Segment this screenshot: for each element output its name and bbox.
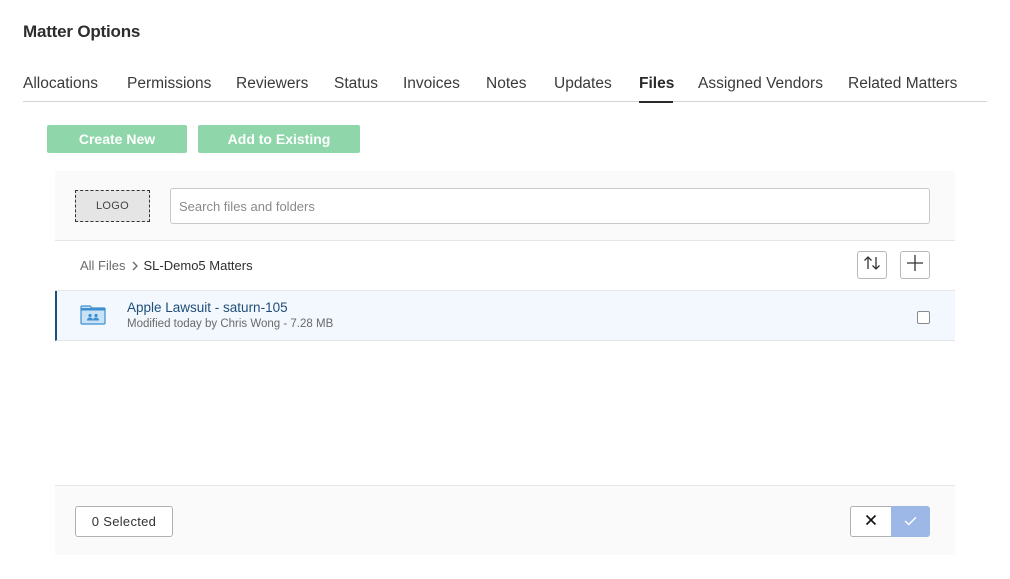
check-icon: [904, 513, 917, 531]
shared-folder-icon: [80, 305, 106, 330]
tab-reviewers[interactable]: Reviewers: [236, 72, 334, 102]
sort-arrows-icon: [863, 255, 881, 276]
tab-bar: Allocations Permissions Reviewers Status…: [23, 72, 987, 103]
breadcrumb-bar: All Files SL-Demo5 Matters: [55, 241, 955, 291]
breadcrumb-current: SL-Demo5 Matters: [143, 258, 253, 273]
plus-icon: [906, 254, 924, 277]
file-browser-header: LOGO: [55, 171, 955, 241]
tab-files[interactable]: Files: [639, 72, 674, 103]
tab-permissions[interactable]: Permissions: [127, 72, 236, 102]
page-title: Matter Options: [23, 22, 141, 41]
tab-related-matters[interactable]: Related Matters: [848, 72, 968, 102]
breadcrumb: All Files SL-Demo5 Matters: [80, 258, 253, 273]
logo-placeholder: LOGO: [75, 190, 150, 222]
create-new-folder-button[interactable]: Create New Folder: [47, 125, 187, 175]
list-item[interactable]: Apple Lawsuit - saturn-105 Modified toda…: [55, 291, 955, 341]
tab-status[interactable]: Status: [334, 72, 403, 102]
file-browser-footer: 0 Selected: [55, 485, 955, 555]
confirm-button[interactable]: [891, 506, 930, 537]
tab-invoices[interactable]: Invoices: [403, 72, 486, 102]
cancel-button[interactable]: [850, 506, 891, 537]
tab-assigned-vendors[interactable]: Assigned Vendors: [698, 72, 848, 102]
search-input[interactable]: [170, 188, 930, 224]
close-icon: [865, 513, 877, 531]
file-meta: Modified today by Chris Wong - 7.28 MB: [127, 318, 334, 330]
add-item-button[interactable]: [900, 251, 930, 279]
file-name[interactable]: Apple Lawsuit - saturn-105: [127, 300, 288, 315]
chevron-right-icon: [131, 261, 139, 271]
file-browser: LOGO All Files SL-Demo5 Matters: [55, 171, 955, 555]
tab-updates[interactable]: Updates: [554, 72, 639, 102]
breadcrumb-all-files[interactable]: All Files: [80, 258, 126, 273]
sort-button[interactable]: [857, 251, 887, 279]
add-to-existing-folder-button[interactable]: Add to Existing Folder: [198, 125, 360, 175]
selected-count-button[interactable]: 0 Selected: [75, 506, 173, 537]
tab-notes[interactable]: Notes: [486, 72, 554, 102]
item-checkbox[interactable]: [917, 311, 930, 324]
tab-allocations[interactable]: Allocations: [23, 72, 127, 102]
